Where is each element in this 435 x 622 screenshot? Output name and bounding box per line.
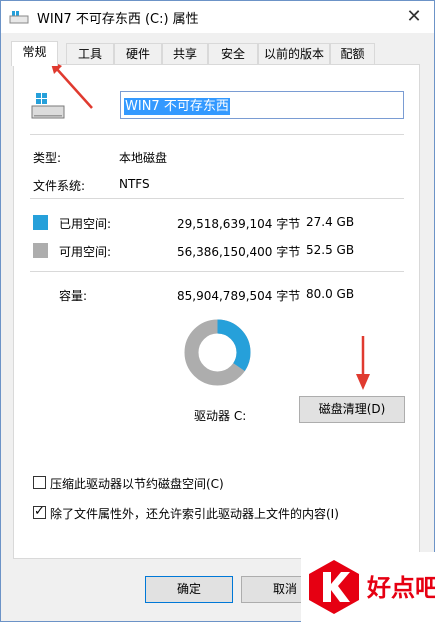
tab-security[interactable]: 安全 bbox=[208, 43, 258, 65]
capacity-size: 80.0 GB bbox=[306, 287, 355, 301]
tab-sharing[interactable]: 共享 bbox=[162, 43, 208, 65]
watermark-text: 好点吧 bbox=[367, 574, 435, 602]
tab-hardware[interactable]: 硬件 bbox=[114, 43, 162, 65]
compress-checkbox[interactable] bbox=[33, 476, 46, 489]
windows-logo-icon bbox=[36, 93, 47, 104]
free-space-swatch bbox=[33, 243, 48, 258]
free-space-size: 52.5 GB bbox=[306, 243, 355, 257]
used-space-bytes: 29,518,639,104 字节 bbox=[177, 217, 301, 231]
drive-icon bbox=[9, 11, 29, 24]
separator bbox=[30, 271, 404, 272]
used-space-size: 27.4 GB bbox=[306, 215, 355, 229]
general-panel: WIN7 不可存东西 类型: 本地磁盘 文件系统: NTFS 已用空间: 29,… bbox=[13, 64, 420, 559]
filesystem-label: 文件系统: bbox=[33, 179, 86, 193]
index-checkbox[interactable]: ✓ bbox=[33, 504, 46, 519]
free-space-label: 可用空间: bbox=[59, 245, 112, 259]
title-bar: WIN7 不可存东西 (C:) 属性 ✕ bbox=[1, 1, 434, 33]
capacity-bytes: 85,904,789,504 字节 bbox=[177, 289, 301, 303]
free-space-bytes: 56,386,150,400 字节 bbox=[177, 245, 301, 259]
drive-name-input[interactable]: WIN7 不可存东西 bbox=[120, 91, 404, 119]
close-button[interactable]: ✕ bbox=[402, 5, 426, 29]
type-value: 本地磁盘 bbox=[119, 151, 168, 165]
type-label: 类型: bbox=[33, 151, 62, 165]
used-space-label: 已用空间: bbox=[59, 217, 112, 231]
drive-letter-label: 驱动器 C: bbox=[194, 409, 247, 423]
used-space-swatch bbox=[33, 215, 48, 230]
capacity-label: 容量: bbox=[59, 289, 88, 303]
disk-cleanup-button[interactable]: 磁盘清理(D) bbox=[299, 396, 405, 423]
checkmark-icon: ✓ bbox=[34, 504, 45, 519]
separator bbox=[30, 134, 404, 135]
watermark: 好点吧 bbox=[301, 552, 435, 622]
drive-name-selected-text: WIN7 不可存东西 bbox=[124, 98, 230, 115]
filesystem-value: NTFS bbox=[119, 177, 150, 191]
index-label: 除了文件属性外，还允许索引此驱动器上文件的内容(I) bbox=[50, 507, 339, 521]
tab-quota[interactable]: 配额 bbox=[330, 43, 375, 65]
tab-tools[interactable]: 工具 bbox=[66, 43, 114, 65]
separator bbox=[30, 198, 404, 199]
tab-previous-versions[interactable]: 以前的版本 bbox=[258, 43, 330, 65]
drive-icon bbox=[31, 93, 65, 119]
brand-logo-icon bbox=[309, 560, 359, 614]
window-title: WIN7 不可存东西 (C:) 属性 bbox=[37, 12, 199, 27]
tab-general[interactable]: 常规 bbox=[11, 41, 58, 66]
usage-donut-chart bbox=[184, 319, 251, 386]
dialog-client-area: 常规 工具 硬件 共享 安全 以前的版本 配额 WIN7 不可存东西 类型: 本… bbox=[1, 33, 434, 621]
compress-label: 压缩此驱动器以节约磁盘空间(C) bbox=[50, 477, 224, 491]
properties-window: WIN7 不可存东西 (C:) 属性 ✕ 常规 工具 硬件 共享 安全 以前的版… bbox=[0, 0, 435, 622]
close-icon: ✕ bbox=[406, 6, 422, 27]
ok-button[interactable]: 确定 bbox=[145, 576, 233, 603]
